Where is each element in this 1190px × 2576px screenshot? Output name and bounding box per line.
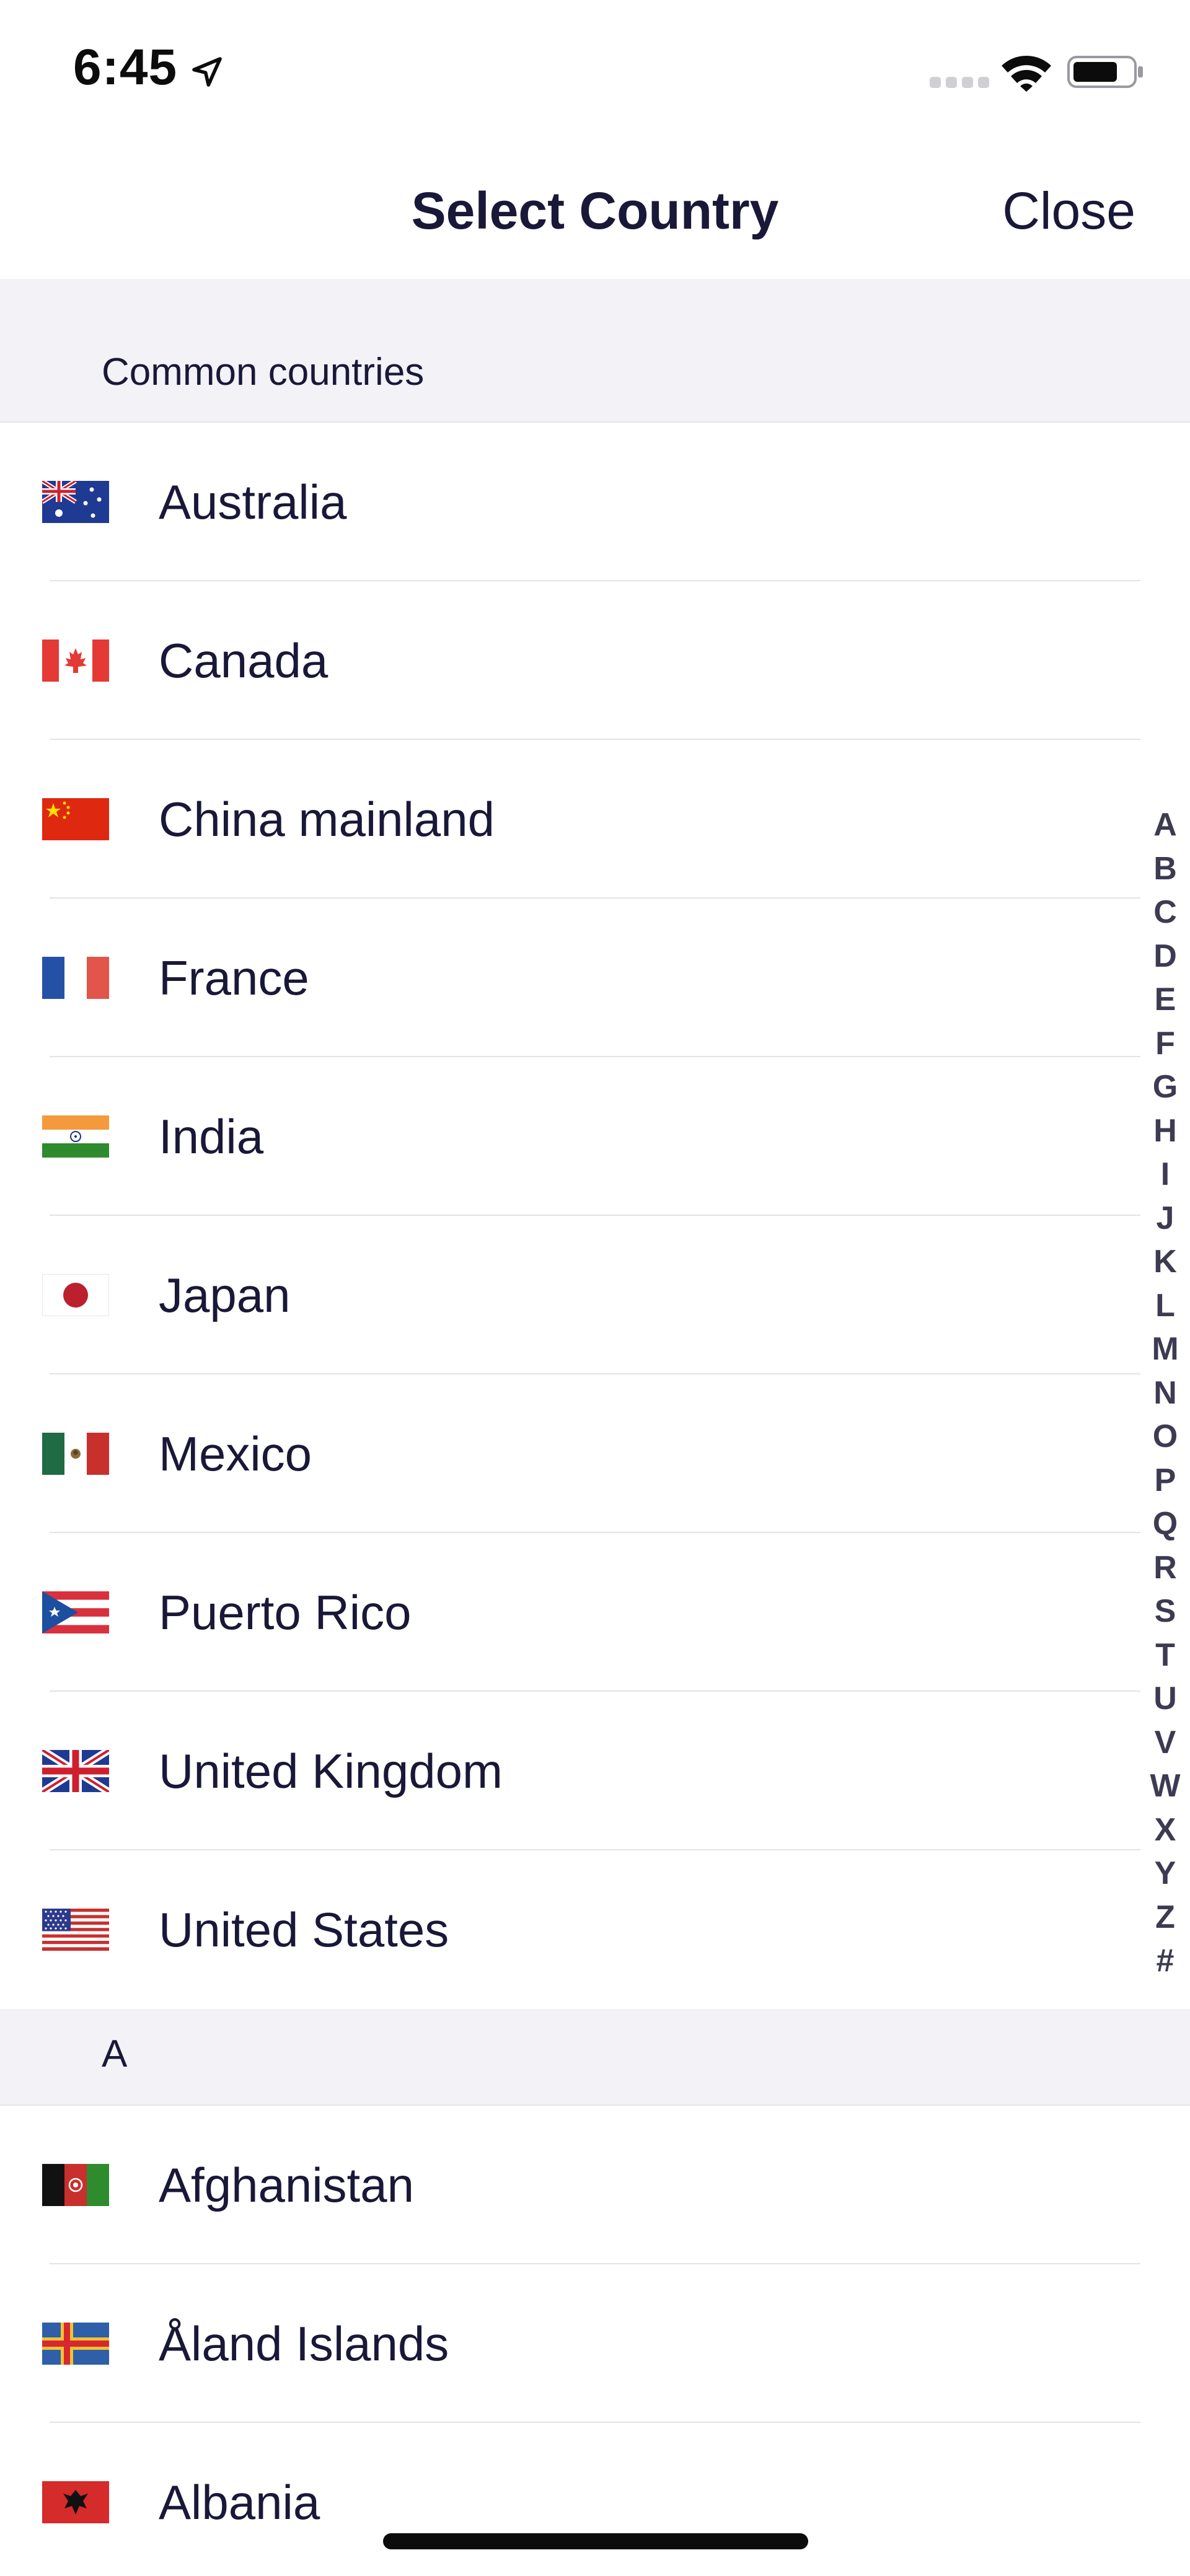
index-letter[interactable]: F xyxy=(1148,1022,1183,1066)
afghanistan-flag-icon xyxy=(42,2164,109,2206)
index-letter[interactable]: U xyxy=(1148,1677,1183,1721)
index-letter[interactable]: Y xyxy=(1148,1852,1183,1896)
japan-flag-icon xyxy=(42,1274,109,1316)
index-letter[interactable]: J xyxy=(1148,1197,1183,1241)
index-letter[interactable]: C xyxy=(1148,890,1183,934)
index-letter[interactable]: Z xyxy=(1148,1896,1183,1940)
country-name: France xyxy=(159,951,309,1005)
index-letter[interactable]: R xyxy=(1148,1546,1183,1590)
country-row-canada[interactable]: Canada xyxy=(0,581,1190,740)
australia-flag-icon xyxy=(42,481,109,523)
index-letter[interactable]: # xyxy=(1148,1939,1183,1983)
country-row-united-states[interactable]: United States xyxy=(0,1850,1190,2009)
cellular-signal-icon xyxy=(930,77,989,88)
section-header-common: Common countries xyxy=(0,279,1190,423)
status-time: 6:45 xyxy=(73,39,178,95)
country-row-china-mainland[interactable]: China mainland xyxy=(0,740,1190,899)
france-flag-icon xyxy=(42,957,109,999)
albania-flag-icon xyxy=(42,2481,109,2523)
country-row-united-kingdom[interactable]: United Kingdom xyxy=(0,1692,1190,1850)
country-row-australia[interactable]: Australia xyxy=(0,423,1190,581)
select-country-screen: 6:45 Select Country Close Common countri… xyxy=(0,0,1190,2576)
country-name: India xyxy=(159,1109,264,1164)
country-name: Canada xyxy=(159,633,328,688)
navigation-bar: Select Country Close xyxy=(0,143,1190,279)
index-letter[interactable]: N xyxy=(1148,1371,1183,1415)
index-letter[interactable]: Q xyxy=(1148,1502,1183,1546)
united-states-flag-icon xyxy=(42,1909,109,1951)
country-name: Mexico xyxy=(159,1426,312,1481)
country-row-mexico[interactable]: Mexico xyxy=(0,1374,1190,1533)
index-letter[interactable]: X xyxy=(1148,1808,1183,1852)
country-row-japan[interactable]: Japan xyxy=(0,1216,1190,1374)
india-flag-icon xyxy=(42,1115,109,1158)
index-letter[interactable]: A xyxy=(1148,803,1183,847)
index-letter[interactable]: G xyxy=(1148,1065,1183,1109)
country-name: Åland Islands xyxy=(159,2316,449,2371)
country-row-puerto-rico[interactable]: Puerto Rico xyxy=(0,1533,1190,1692)
index-letter[interactable]: L xyxy=(1148,1284,1183,1328)
index-letter[interactable]: K xyxy=(1148,1240,1183,1284)
section-header-a: A xyxy=(0,2009,1190,2106)
country-row-france[interactable]: France xyxy=(0,899,1190,1057)
country-name: United Kingdom xyxy=(159,1744,503,1798)
country-row-albania[interactable]: Albania xyxy=(0,2423,1190,2576)
index-letter[interactable]: B xyxy=(1148,847,1183,891)
battery-icon xyxy=(1067,56,1143,88)
canada-flag-icon xyxy=(42,640,109,682)
united-kingdom-flag-icon xyxy=(42,1750,109,1792)
section-header-label: Common countries xyxy=(102,351,425,393)
puerto-rico-flag-icon xyxy=(42,1591,109,1633)
index-letter[interactable]: S xyxy=(1148,1589,1183,1633)
index-letter[interactable]: W xyxy=(1148,1764,1183,1808)
index-letter[interactable]: E xyxy=(1148,978,1183,1022)
country-row-india[interactable]: India xyxy=(0,1057,1190,1216)
status-bar: 6:45 xyxy=(0,0,1190,143)
country-name: China mainland xyxy=(159,792,495,846)
index-letter[interactable]: H xyxy=(1148,1109,1183,1153)
section-header-label: A xyxy=(102,2033,128,2075)
index-letter[interactable]: V xyxy=(1148,1721,1183,1765)
index-letter[interactable]: D xyxy=(1148,934,1183,978)
aland-islands-flag-icon xyxy=(42,2323,109,2365)
country-name: Australia xyxy=(159,475,347,529)
country-list: Common countries Australia Canada China … xyxy=(0,279,1190,2576)
wifi-icon xyxy=(1002,56,1051,92)
country-name: Japan xyxy=(159,1268,291,1322)
index-letter[interactable]: T xyxy=(1148,1633,1183,1677)
alphabet-index[interactable]: A B C D E F G H I J K L M N O P Q R S T U V W X Y Z # xyxy=(1148,803,1183,1983)
country-row-aland-islands[interactable]: Åland Islands xyxy=(0,2264,1190,2423)
index-letter[interactable]: P xyxy=(1148,1459,1183,1503)
index-letter[interactable]: O xyxy=(1148,1415,1183,1459)
location-arrow-icon xyxy=(192,57,222,87)
country-name: Albania xyxy=(159,2475,320,2530)
close-button[interactable]: Close xyxy=(1002,181,1135,241)
country-name: United States xyxy=(159,1902,449,1957)
china-flag-icon xyxy=(42,798,109,840)
index-letter[interactable]: I xyxy=(1148,1153,1183,1197)
index-letter[interactable]: M xyxy=(1148,1327,1183,1371)
country-name: Puerto Rico xyxy=(159,1585,412,1640)
home-indicator[interactable] xyxy=(383,2533,808,2549)
country-name: Afghanistan xyxy=(159,2158,414,2212)
mexico-flag-icon xyxy=(42,1433,109,1475)
country-row-afghanistan[interactable]: Afghanistan xyxy=(0,2106,1190,2264)
